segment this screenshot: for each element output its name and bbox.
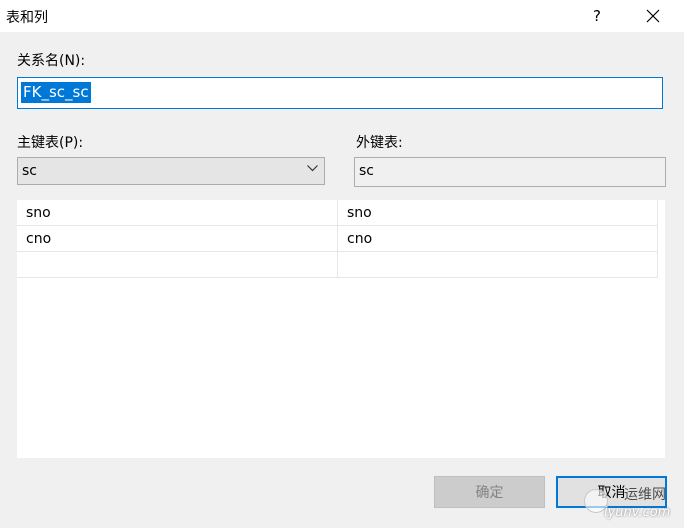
relation-name-input[interactable]: FK_sc_sc: [17, 77, 663, 109]
ok-button[interactable]: 确定: [434, 476, 545, 508]
help-button[interactable]: ?: [574, 0, 620, 32]
primary-column-cell[interactable]: [17, 252, 338, 278]
primary-table-select[interactable]: sc: [17, 157, 325, 185]
title-bar: 表和列 ?: [0, 0, 684, 32]
window-title: 表和列: [6, 10, 48, 26]
foreign-table-field: sc: [354, 157, 666, 187]
cancel-button[interactable]: 取消: [556, 476, 667, 508]
help-icon: ?: [593, 7, 601, 25]
foreign-table-label: 外键表:: [356, 135, 403, 151]
foreign-table-value: sc: [359, 163, 374, 179]
primary-column-cell[interactable]: sno: [17, 200, 338, 226]
relation-name-label: 关系名(N):: [17, 53, 86, 69]
close-icon: [646, 9, 660, 23]
primary-table-value: sc: [22, 163, 37, 179]
relation-name-value: FK_sc_sc: [21, 82, 91, 103]
foreign-column-cell[interactable]: sno: [338, 200, 658, 226]
close-button[interactable]: [630, 0, 676, 32]
primary-column-cell[interactable]: cno: [17, 226, 338, 252]
chevron-down-icon: [307, 165, 318, 172]
column-mapping-grid: sno sno cno cno: [17, 200, 665, 458]
primary-table-label: 主键表(P):: [17, 135, 84, 151]
foreign-column-cell[interactable]: [338, 252, 658, 278]
foreign-column-cell[interactable]: cno: [338, 226, 658, 252]
